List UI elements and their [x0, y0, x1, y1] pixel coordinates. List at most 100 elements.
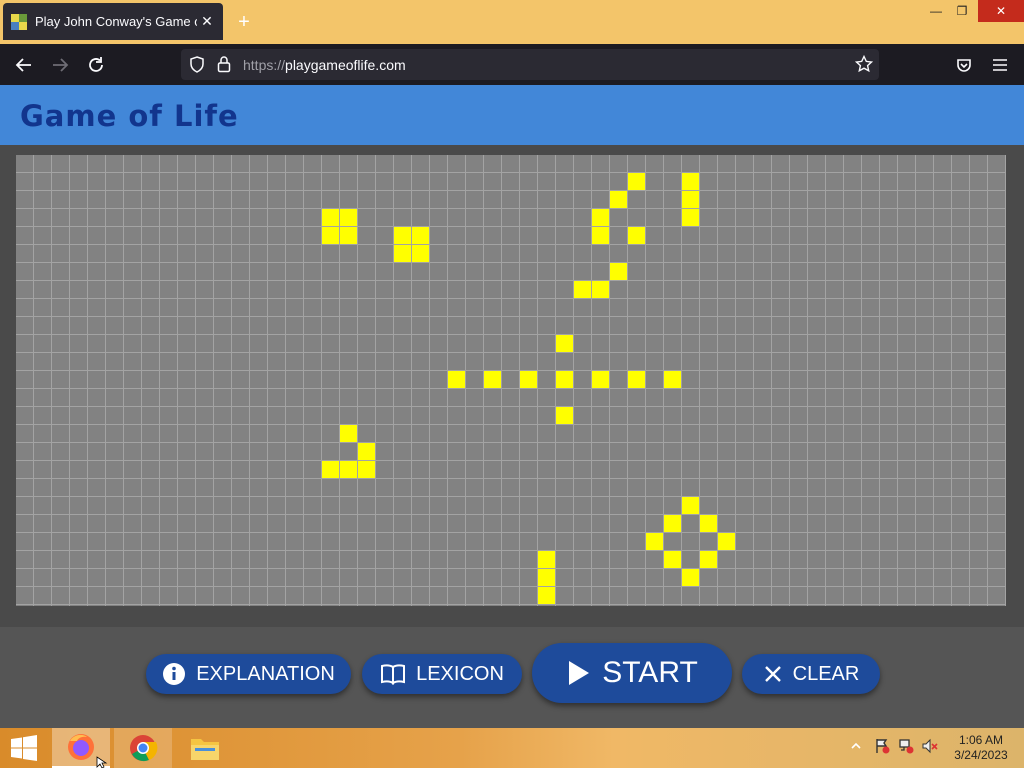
live-cell[interactable] — [664, 371, 681, 388]
taskbar: 1:06 AM 3/24/2023 — [0, 728, 1024, 768]
shield-icon[interactable] — [189, 56, 205, 78]
live-cell[interactable] — [700, 551, 717, 568]
pocket-icon — [957, 59, 971, 72]
live-cell[interactable] — [592, 371, 609, 388]
live-cell[interactable] — [556, 371, 573, 388]
live-cell[interactable] — [448, 371, 465, 388]
taskbar-file-explorer[interactable] — [176, 728, 234, 768]
live-cell[interactable] — [556, 335, 573, 352]
play-icon — [569, 661, 590, 685]
live-cell[interactable] — [358, 443, 375, 460]
live-cell[interactable] — [484, 371, 501, 388]
browser-tab[interactable]: Play John Conway's Game of Life ✕ — [3, 3, 223, 40]
live-cell[interactable] — [340, 461, 357, 478]
live-cell[interactable] — [340, 425, 357, 442]
lexicon-button[interactable]: LEXICON — [362, 654, 522, 694]
controls-bar: EXPLANATION LEXICON START CLEAR — [0, 627, 1024, 728]
start-menu-button[interactable] — [0, 728, 48, 768]
live-cell[interactable] — [718, 533, 735, 550]
start-button[interactable]: START — [532, 643, 732, 703]
live-cell[interactable] — [556, 407, 573, 424]
live-cell[interactable] — [592, 227, 609, 244]
tab-title: Play John Conway's Game of Life — [35, 14, 197, 29]
book-icon — [381, 664, 406, 685]
live-cell[interactable] — [700, 515, 717, 532]
url-bar[interactable]: https://playgameoflife.com — [181, 49, 879, 80]
live-cell[interactable] — [340, 227, 357, 244]
reload-button[interactable] — [83, 52, 109, 78]
live-cell[interactable] — [610, 263, 627, 280]
live-cell[interactable] — [412, 245, 429, 262]
game-of-life-favicon-icon — [11, 13, 27, 30]
new-tab-button[interactable]: + — [232, 10, 256, 34]
live-cell[interactable] — [628, 227, 645, 244]
live-cell[interactable] — [628, 371, 645, 388]
clock[interactable]: 1:06 AM 3/24/2023 — [948, 733, 1014, 763]
live-cell[interactable] — [322, 227, 339, 244]
game-board[interactable] — [16, 155, 1006, 606]
clear-button[interactable]: CLEAR — [742, 654, 880, 694]
volume-muted-icon[interactable] — [922, 738, 938, 759]
live-cell[interactable] — [682, 173, 699, 190]
bookmark-star-icon[interactable] — [854, 54, 874, 78]
app-header: Game of Life — [0, 85, 1024, 145]
live-cell[interactable] — [358, 461, 375, 478]
tab-close-icon[interactable]: ✕ — [197, 13, 217, 30]
live-cell[interactable] — [610, 191, 627, 208]
windows-logo-icon — [11, 735, 37, 761]
live-cell[interactable] — [592, 281, 609, 298]
live-cell[interactable] — [322, 461, 339, 478]
live-cell[interactable] — [394, 227, 411, 244]
pocket-button[interactable] — [951, 52, 977, 78]
live-cell[interactable] — [538, 551, 555, 568]
lock-icon[interactable] — [217, 55, 231, 78]
live-cell[interactable] — [664, 515, 681, 532]
network-icon[interactable] — [898, 738, 914, 759]
lexicon-label: LEXICON — [416, 662, 504, 685]
live-cell[interactable] — [394, 245, 411, 262]
live-cell[interactable] — [682, 497, 699, 514]
menu-button[interactable] — [987, 52, 1013, 78]
reload-icon — [89, 57, 103, 72]
tray-overflow-icon[interactable] — [850, 739, 862, 757]
action-center-flag-icon[interactable] — [874, 738, 890, 759]
live-cell[interactable] — [574, 281, 591, 298]
browser-navbar: https://playgameoflife.com — [0, 44, 1024, 85]
back-arrow-icon — [15, 58, 31, 72]
live-cell[interactable] — [340, 209, 357, 226]
live-cell[interactable] — [628, 173, 645, 190]
forward-arrow-icon — [53, 58, 69, 72]
restore-button[interactable]: ❐ — [946, 0, 978, 22]
live-cell[interactable] — [646, 533, 663, 550]
live-cell[interactable] — [664, 551, 681, 568]
live-cell[interactable] — [520, 371, 537, 388]
folder-icon — [191, 739, 219, 760]
live-cell[interactable] — [682, 191, 699, 208]
mouse-cursor-icon — [96, 756, 108, 768]
live-cell[interactable] — [682, 209, 699, 226]
system-tray — [850, 728, 938, 768]
firefox-icon — [68, 734, 94, 760]
url-host: playgameoflife.com — [285, 57, 406, 73]
window-close-button[interactable]: ✕ — [978, 0, 1024, 22]
explanation-button[interactable]: EXPLANATION — [146, 654, 351, 694]
live-cell[interactable] — [322, 209, 339, 226]
close-icon — [764, 666, 781, 682]
page-title: Game of Life — [20, 99, 239, 133]
clock-time: 1:06 AM — [958, 733, 1004, 747]
live-cell[interactable] — [682, 569, 699, 586]
live-cell[interactable] — [538, 569, 555, 586]
live-cell[interactable] — [592, 209, 609, 226]
taskbar-chrome[interactable] — [114, 728, 172, 768]
live-cell[interactable] — [538, 587, 555, 604]
clock-date: 3/24/2023 — [954, 748, 1008, 762]
back-button[interactable] — [11, 52, 37, 78]
forward-button[interactable] — [47, 52, 73, 78]
live-cell[interactable] — [412, 227, 429, 244]
chrome-icon — [130, 735, 158, 762]
explanation-label: EXPLANATION — [196, 662, 335, 685]
clear-label: CLEAR — [792, 662, 860, 685]
info-icon — [163, 663, 186, 685]
start-label: START — [602, 656, 698, 689]
url-text[interactable]: https://playgameoflife.com — [243, 57, 406, 73]
